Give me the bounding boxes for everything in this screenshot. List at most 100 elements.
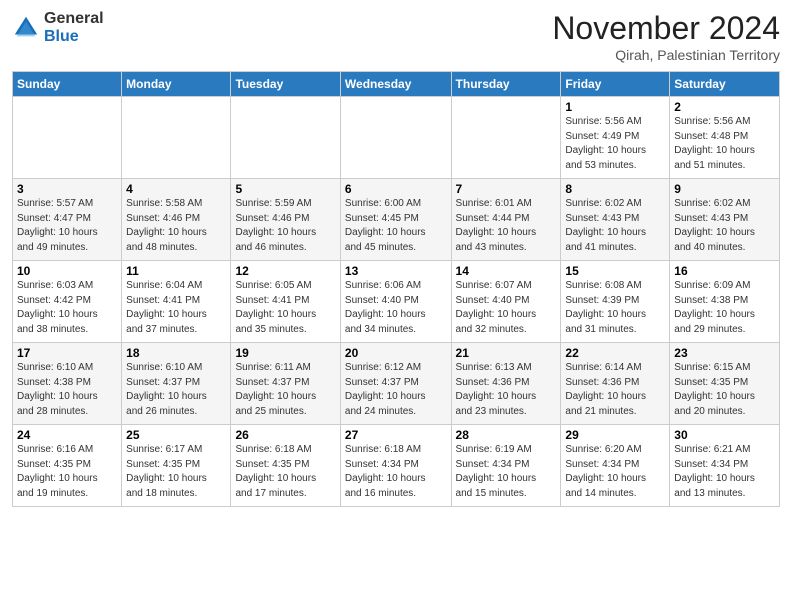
day-info: Sunrise: 6:21 AM Sunset: 4:34 PM Dayligh… xyxy=(674,443,775,501)
day-number: 28 xyxy=(456,428,557,442)
day-info: Sunrise: 6:07 AM Sunset: 4:40 PM Dayligh… xyxy=(456,279,557,337)
day-cell: 1Sunrise: 5:56 AM Sunset: 4:49 PM Daylig… xyxy=(561,97,670,179)
day-number: 24 xyxy=(17,428,117,442)
week-row-4: 24Sunrise: 6:16 AM Sunset: 4:35 PM Dayli… xyxy=(13,425,780,507)
day-info: Sunrise: 6:00 AM Sunset: 4:45 PM Dayligh… xyxy=(345,197,447,255)
week-row-3: 17Sunrise: 6:10 AM Sunset: 4:38 PM Dayli… xyxy=(13,343,780,425)
day-info: Sunrise: 6:16 AM Sunset: 4:35 PM Dayligh… xyxy=(17,443,117,501)
day-cell xyxy=(231,97,340,179)
day-number: 27 xyxy=(345,428,447,442)
day-cell: 30Sunrise: 6:21 AM Sunset: 4:34 PM Dayli… xyxy=(670,425,780,507)
day-number: 19 xyxy=(235,346,335,360)
day-cell: 8Sunrise: 6:02 AM Sunset: 4:43 PM Daylig… xyxy=(561,179,670,261)
day-number: 15 xyxy=(565,264,665,278)
day-info: Sunrise: 5:58 AM Sunset: 4:46 PM Dayligh… xyxy=(126,197,226,255)
day-cell xyxy=(13,97,122,179)
day-info: Sunrise: 5:59 AM Sunset: 4:46 PM Dayligh… xyxy=(235,197,335,255)
day-cell: 9Sunrise: 6:02 AM Sunset: 4:43 PM Daylig… xyxy=(670,179,780,261)
week-row-1: 3Sunrise: 5:57 AM Sunset: 4:47 PM Daylig… xyxy=(13,179,780,261)
day-info: Sunrise: 6:10 AM Sunset: 4:37 PM Dayligh… xyxy=(126,361,226,419)
day-cell: 5Sunrise: 5:59 AM Sunset: 4:46 PM Daylig… xyxy=(231,179,340,261)
day-number: 16 xyxy=(674,264,775,278)
day-info: Sunrise: 6:12 AM Sunset: 4:37 PM Dayligh… xyxy=(345,361,447,419)
day-cell: 17Sunrise: 6:10 AM Sunset: 4:38 PM Dayli… xyxy=(13,343,122,425)
day-info: Sunrise: 6:15 AM Sunset: 4:35 PM Dayligh… xyxy=(674,361,775,419)
day-number: 10 xyxy=(17,264,117,278)
day-cell: 23Sunrise: 6:15 AM Sunset: 4:35 PM Dayli… xyxy=(670,343,780,425)
day-cell: 15Sunrise: 6:08 AM Sunset: 4:39 PM Dayli… xyxy=(561,261,670,343)
day-cell: 21Sunrise: 6:13 AM Sunset: 4:36 PM Dayli… xyxy=(451,343,561,425)
day-cell: 24Sunrise: 6:16 AM Sunset: 4:35 PM Dayli… xyxy=(13,425,122,507)
day-info: Sunrise: 6:13 AM Sunset: 4:36 PM Dayligh… xyxy=(456,361,557,419)
day-number: 20 xyxy=(345,346,447,360)
day-cell: 13Sunrise: 6:06 AM Sunset: 4:40 PM Dayli… xyxy=(340,261,451,343)
day-cell: 16Sunrise: 6:09 AM Sunset: 4:38 PM Dayli… xyxy=(670,261,780,343)
logo-icon xyxy=(12,14,40,42)
day-info: Sunrise: 6:10 AM Sunset: 4:38 PM Dayligh… xyxy=(17,361,117,419)
day-cell: 10Sunrise: 6:03 AM Sunset: 4:42 PM Dayli… xyxy=(13,261,122,343)
logo-text: General Blue xyxy=(44,10,104,45)
header-thursday: Thursday xyxy=(451,72,561,97)
day-number: 29 xyxy=(565,428,665,442)
day-number: 21 xyxy=(456,346,557,360)
day-number: 12 xyxy=(235,264,335,278)
header-sunday: Sunday xyxy=(13,72,122,97)
day-cell: 11Sunrise: 6:04 AM Sunset: 4:41 PM Dayli… xyxy=(122,261,231,343)
day-info: Sunrise: 6:05 AM Sunset: 4:41 PM Dayligh… xyxy=(235,279,335,337)
day-info: Sunrise: 6:01 AM Sunset: 4:44 PM Dayligh… xyxy=(456,197,557,255)
day-cell: 18Sunrise: 6:10 AM Sunset: 4:37 PM Dayli… xyxy=(122,343,231,425)
day-number: 13 xyxy=(345,264,447,278)
day-info: Sunrise: 6:08 AM Sunset: 4:39 PM Dayligh… xyxy=(565,279,665,337)
day-cell: 3Sunrise: 5:57 AM Sunset: 4:47 PM Daylig… xyxy=(13,179,122,261)
day-cell: 26Sunrise: 6:18 AM Sunset: 4:35 PM Dayli… xyxy=(231,425,340,507)
day-number: 26 xyxy=(235,428,335,442)
day-cell: 6Sunrise: 6:00 AM Sunset: 4:45 PM Daylig… xyxy=(340,179,451,261)
day-cell: 29Sunrise: 6:20 AM Sunset: 4:34 PM Dayli… xyxy=(561,425,670,507)
day-info: Sunrise: 6:18 AM Sunset: 4:35 PM Dayligh… xyxy=(235,443,335,501)
header-saturday: Saturday xyxy=(670,72,780,97)
day-info: Sunrise: 6:14 AM Sunset: 4:36 PM Dayligh… xyxy=(565,361,665,419)
day-cell xyxy=(122,97,231,179)
page-container: General Blue November 2024 Qirah, Palest… xyxy=(0,0,792,517)
day-number: 7 xyxy=(456,182,557,196)
day-info: Sunrise: 6:18 AM Sunset: 4:34 PM Dayligh… xyxy=(345,443,447,501)
day-number: 4 xyxy=(126,182,226,196)
day-cell: 27Sunrise: 6:18 AM Sunset: 4:34 PM Dayli… xyxy=(340,425,451,507)
day-info: Sunrise: 6:20 AM Sunset: 4:34 PM Dayligh… xyxy=(565,443,665,501)
day-cell: 14Sunrise: 6:07 AM Sunset: 4:40 PM Dayli… xyxy=(451,261,561,343)
location-title: Qirah, Palestinian Territory xyxy=(552,47,780,63)
day-number: 11 xyxy=(126,264,226,278)
calendar-table: SundayMondayTuesdayWednesdayThursdayFrid… xyxy=(12,71,780,507)
day-cell: 28Sunrise: 6:19 AM Sunset: 4:34 PM Dayli… xyxy=(451,425,561,507)
day-number: 14 xyxy=(456,264,557,278)
day-cell: 22Sunrise: 6:14 AM Sunset: 4:36 PM Dayli… xyxy=(561,343,670,425)
title-section: November 2024 Qirah, Palestinian Territo… xyxy=(552,10,780,63)
logo-blue: Blue xyxy=(44,28,104,46)
day-number: 23 xyxy=(674,346,775,360)
header-friday: Friday xyxy=(561,72,670,97)
logo: General Blue xyxy=(12,10,104,45)
day-info: Sunrise: 6:17 AM Sunset: 4:35 PM Dayligh… xyxy=(126,443,226,501)
day-number: 2 xyxy=(674,100,775,114)
header-wednesday: Wednesday xyxy=(340,72,451,97)
day-info: Sunrise: 5:56 AM Sunset: 4:49 PM Dayligh… xyxy=(565,115,665,173)
day-cell xyxy=(451,97,561,179)
day-number: 5 xyxy=(235,182,335,196)
day-number: 18 xyxy=(126,346,226,360)
header: General Blue November 2024 Qirah, Palest… xyxy=(12,10,780,63)
header-monday: Monday xyxy=(122,72,231,97)
day-cell: 19Sunrise: 6:11 AM Sunset: 4:37 PM Dayli… xyxy=(231,343,340,425)
week-row-2: 10Sunrise: 6:03 AM Sunset: 4:42 PM Dayli… xyxy=(13,261,780,343)
day-info: Sunrise: 6:03 AM Sunset: 4:42 PM Dayligh… xyxy=(17,279,117,337)
day-cell: 12Sunrise: 6:05 AM Sunset: 4:41 PM Dayli… xyxy=(231,261,340,343)
day-cell: 25Sunrise: 6:17 AM Sunset: 4:35 PM Dayli… xyxy=(122,425,231,507)
calendar-header-row: SundayMondayTuesdayWednesdayThursdayFrid… xyxy=(13,72,780,97)
month-title: November 2024 xyxy=(552,10,780,47)
day-cell: 2Sunrise: 5:56 AM Sunset: 4:48 PM Daylig… xyxy=(670,97,780,179)
day-info: Sunrise: 6:06 AM Sunset: 4:40 PM Dayligh… xyxy=(345,279,447,337)
day-cell xyxy=(340,97,451,179)
day-number: 9 xyxy=(674,182,775,196)
logo-general: General xyxy=(44,10,104,28)
header-tuesday: Tuesday xyxy=(231,72,340,97)
day-number: 17 xyxy=(17,346,117,360)
